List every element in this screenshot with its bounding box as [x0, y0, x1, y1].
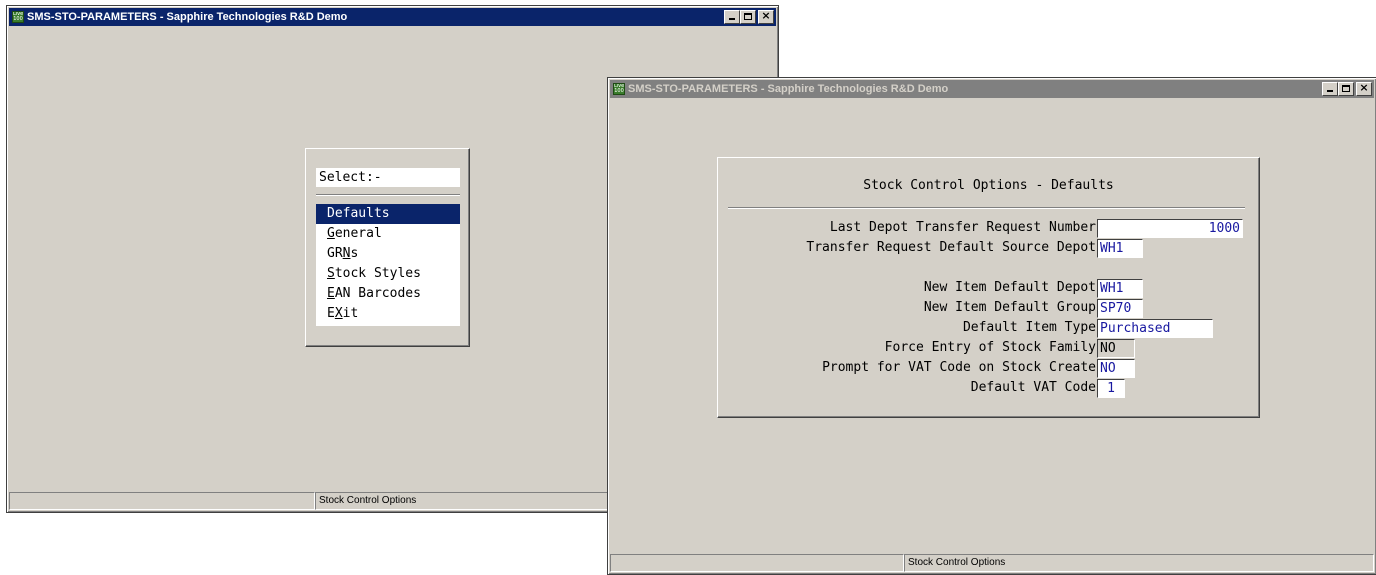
minimize-icon	[1327, 90, 1333, 92]
label-force-stock-family: Force Entry of Stock Family	[884, 340, 1096, 355]
label-default-vat: Default VAT Code	[970, 380, 1096, 395]
menu-item-label-post: tock Styles	[334, 266, 421, 281]
menu-item-label-post: it	[342, 306, 359, 321]
menu-separator	[316, 194, 460, 196]
default-item-type-field[interactable]: Purchased	[1097, 319, 1213, 338]
menu-item-general[interactable]: General	[316, 224, 460, 244]
menu-item-hotkey: E	[327, 286, 335, 301]
label-new-item-depot: New Item Default Depot	[923, 280, 1096, 295]
maximize-icon	[744, 13, 752, 20]
status-panel-left	[610, 554, 904, 572]
row-transfer-default-depot: Transfer Request Default Source Depot	[718, 239, 1096, 257]
label-prompt-vat: Prompt for VAT Code on Stock Create	[822, 360, 1096, 375]
menu-item-ean-barcodes[interactable]: EAN Barcodes	[316, 284, 460, 304]
label-transfer-default-depot: Transfer Request Default Source Depot	[806, 240, 1096, 255]
defaults-window-statusbar: Stock Control Options	[610, 554, 1374, 572]
row-new-item-group: New Item Default Group	[718, 299, 1096, 317]
label-last-depot-transfer: Last Depot Transfer Request Number	[829, 220, 1096, 235]
menu-item-exit[interactable]: EXit	[316, 304, 460, 324]
new-item-depot-field[interactable]: WH1	[1097, 279, 1143, 298]
menu-item-hotkey: G	[327, 226, 335, 241]
app-icon: Live 100	[613, 83, 625, 95]
menu-item-hotkey: S	[327, 266, 335, 281]
row-new-item-depot: New Item Default Depot	[718, 279, 1096, 297]
force-stock-family-field: NO	[1097, 339, 1135, 358]
row-force-stock-family: Force Entry of Stock Family	[718, 339, 1096, 357]
maximize-button[interactable]	[1338, 82, 1354, 96]
form-title: Stock Control Options - Defaults	[863, 178, 1114, 193]
menu-item-grns[interactable]: GRNs	[316, 244, 460, 264]
minimize-icon	[729, 18, 735, 20]
prompt-vat-field[interactable]: NO	[1097, 359, 1135, 378]
status-panel-left	[9, 492, 315, 510]
maximize-icon	[1342, 85, 1350, 92]
row-default-vat: Default VAT Code	[718, 379, 1096, 397]
row-default-item-type: Default Item Type	[718, 319, 1096, 337]
defaults-window-title: SMS-STO-PARAMETERS - Sapphire Technologi…	[628, 83, 949, 95]
app-icon: Live 100	[12, 11, 24, 23]
menu-item-label-post: eneral	[334, 226, 382, 241]
close-icon: ×	[1359, 81, 1369, 94]
main-window-title: SMS-STO-PARAMETERS - Sapphire Technologi…	[27, 11, 348, 23]
menu-list: Defaults General GRNs Stock Styles EAN B…	[316, 204, 460, 326]
maximize-button[interactable]	[740, 10, 756, 24]
new-item-group-field[interactable]: SP70	[1097, 299, 1143, 318]
last-depot-transfer-field[interactable]: 1000	[1097, 219, 1243, 238]
minimize-button[interactable]	[724, 10, 740, 24]
menu-item-label-pre: E	[327, 306, 335, 321]
row-prompt-vat: Prompt for VAT Code on Stock Create	[718, 359, 1096, 377]
transfer-default-depot-field[interactable]: WH1	[1097, 239, 1143, 258]
select-menu-panel: Select:- Defaults General GRNs Stock Sty…	[305, 148, 470, 347]
main-window-titlebar[interactable]: Live 100 SMS-STO-PARAMETERS - Sapphire T…	[9, 8, 776, 26]
menu-item-label-post: AN Barcodes	[334, 286, 421, 301]
row-last-depot-transfer: Last Depot Transfer Request Number	[718, 219, 1096, 237]
form-separator	[728, 207, 1245, 209]
minimize-button[interactable]	[1322, 82, 1338, 96]
status-panel-text: Stock Control Options	[904, 554, 1374, 572]
menu-item-hotkey: X	[334, 306, 343, 321]
menu-item-stock-styles[interactable]: Stock Styles	[316, 264, 460, 284]
menu-item-defaults[interactable]: Defaults	[316, 204, 460, 224]
close-icon: ×	[761, 9, 771, 22]
defaults-window-titlebar[interactable]: Live 100 SMS-STO-PARAMETERS - Sapphire T…	[610, 80, 1374, 98]
menu-item-label-pre: GR	[327, 246, 343, 261]
close-button[interactable]: ×	[1356, 81, 1372, 96]
menu-header: Select:-	[316, 168, 460, 187]
close-button[interactable]: ×	[758, 9, 774, 24]
label-default-item-type: Default Item Type	[962, 320, 1096, 335]
menu-item-label: Defaults	[327, 206, 390, 221]
menu-item-label-post: s	[350, 246, 359, 261]
default-vat-field[interactable]: 1	[1097, 379, 1125, 398]
label-new-item-group: New Item Default Group	[923, 300, 1096, 315]
defaults-window: Live 100 SMS-STO-PARAMETERS - Sapphire T…	[607, 77, 1376, 575]
defaults-form-panel: Stock Control Options - Defaults Last De…	[717, 157, 1260, 418]
